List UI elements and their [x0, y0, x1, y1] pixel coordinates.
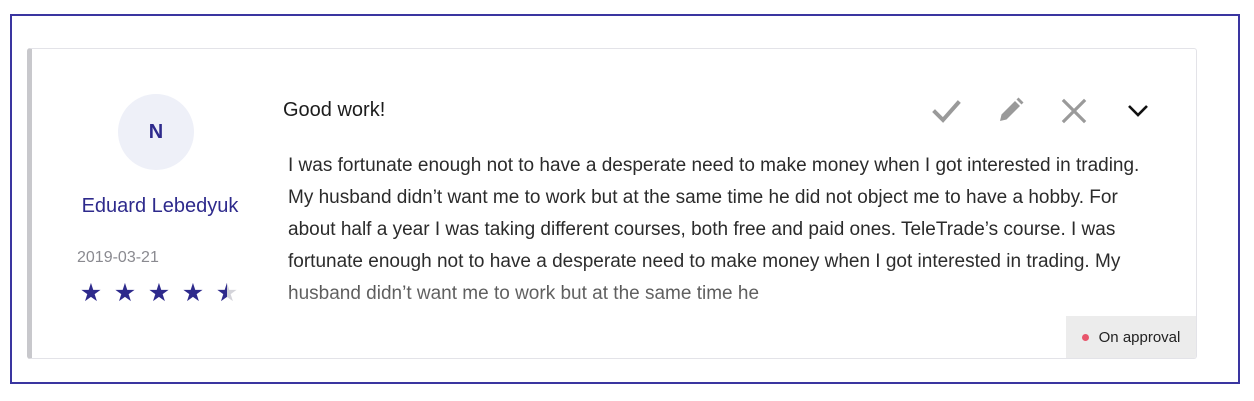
star-rating: ★ ★ ★ ★ ★ ★: [75, 277, 243, 309]
pencil-icon: [1000, 97, 1024, 121]
edit-button[interactable]: [992, 93, 1028, 129]
chevron-down-icon: [1128, 105, 1148, 117]
review-date: 2019-03-21: [77, 249, 159, 266]
review-text: I was fortunate enough not to have a des…: [288, 155, 1140, 304]
reject-button[interactable]: [1056, 93, 1092, 129]
star-icon: ★: [181, 279, 205, 307]
review-author: N Eduard Lebedyuk 2019-03-21 ★ ★ ★ ★ ★ ★: [32, 49, 282, 358]
close-icon: [1061, 98, 1087, 124]
expand-button[interactable]: [1120, 93, 1156, 129]
check-icon: [932, 100, 961, 123]
status-label: On approval: [1098, 328, 1181, 346]
status-dot-icon: [1081, 333, 1089, 341]
half-star-icon: ★ ★: [215, 279, 239, 307]
avatar-initial: N: [148, 120, 164, 143]
review-card: N Eduard Lebedyuk 2019-03-21 ★ ★ ★ ★ ★ ★…: [27, 48, 1197, 359]
author-name[interactable]: Eduard Lebedyuk: [72, 195, 248, 218]
status-badge: On approval: [1066, 316, 1196, 358]
star-icon: ★: [79, 279, 103, 307]
review-title: Good work!: [283, 99, 386, 121]
star-icon: ★: [147, 279, 171, 307]
review-actions: [928, 93, 1156, 129]
star-icon: ★: [113, 279, 137, 307]
approve-button[interactable]: [928, 93, 964, 129]
avatar: N: [118, 94, 194, 170]
